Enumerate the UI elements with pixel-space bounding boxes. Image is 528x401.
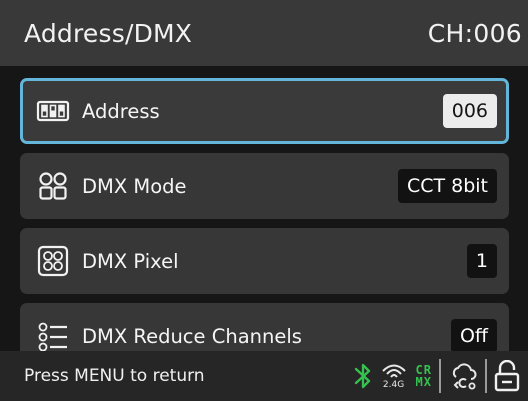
return-hint: Press MENU to return <box>24 366 205 386</box>
menu-item-label: DMX Pixel <box>82 249 179 273</box>
reduce-channels-value: Off <box>450 319 497 351</box>
dmx-mode-grid-icon <box>36 169 70 203</box>
pixel-matrix-icon <box>36 244 70 278</box>
menu-item-dmx-reduce-channels[interactable]: DMX Reduce Channels Off <box>20 303 509 351</box>
dmx-mode-value: CCT 8bit <box>397 169 497 203</box>
status-bar: Press MENU to return 2.4G CR MX <box>0 351 528 401</box>
header-bar: Address/DMX CH:006 <box>0 0 528 66</box>
unlock-icon <box>494 360 520 392</box>
reduce-channels-icon <box>36 319 70 351</box>
menu-item-label: DMX Reduce Channels <box>82 324 302 348</box>
address-value: 006 <box>442 94 497 128</box>
menu-item-address[interactable]: Address 006 <box>20 78 509 144</box>
band-label: 2.4G <box>382 380 405 390</box>
menu-item-label: Address <box>82 99 160 123</box>
dip-switch-icon <box>36 94 70 128</box>
channel-indicator: CH:006 <box>427 18 522 48</box>
bluetooth-icon <box>354 361 372 391</box>
dmx-pixel-value: 1 <box>466 244 497 278</box>
menu-item-label: DMX Mode <box>82 174 187 198</box>
menu-item-dmx-mode[interactable]: DMX Mode CCT 8bit <box>20 153 509 219</box>
page-title: Address/DMX <box>24 18 193 48</box>
crmx-line-2: MX <box>415 375 432 389</box>
status-icons: 2.4G CR MX <box>354 351 520 401</box>
status-divider <box>485 359 487 393</box>
cloud-sync-icon <box>448 361 478 391</box>
menu-list: Address 006 DMX Mode CCT 8bit DMX Pixel <box>0 66 528 351</box>
menu-item-dmx-pixel[interactable]: DMX Pixel 1 <box>20 228 509 294</box>
wireless-2.4g-icon: 2.4G <box>380 362 408 390</box>
crmx-icon: CR MX <box>416 364 432 388</box>
status-divider <box>439 359 441 393</box>
